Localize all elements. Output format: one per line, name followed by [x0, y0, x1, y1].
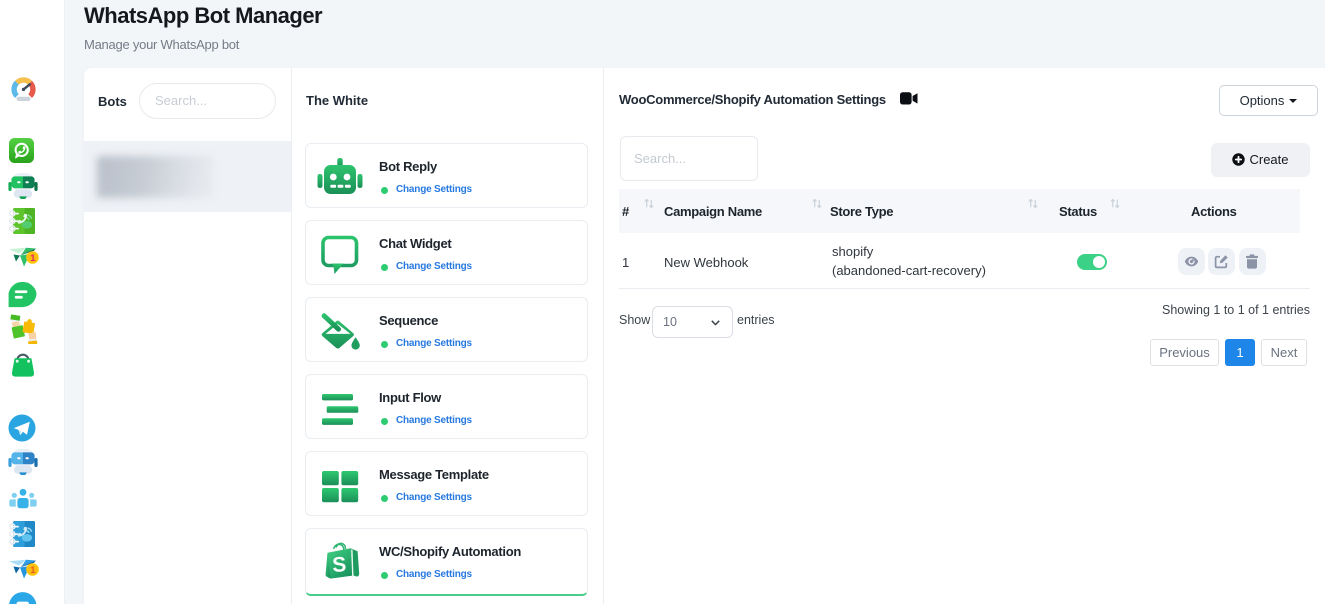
svg-text:1: 1	[30, 253, 36, 264]
svg-text:1: 1	[30, 565, 36, 576]
svg-text:S: S	[332, 553, 347, 577]
